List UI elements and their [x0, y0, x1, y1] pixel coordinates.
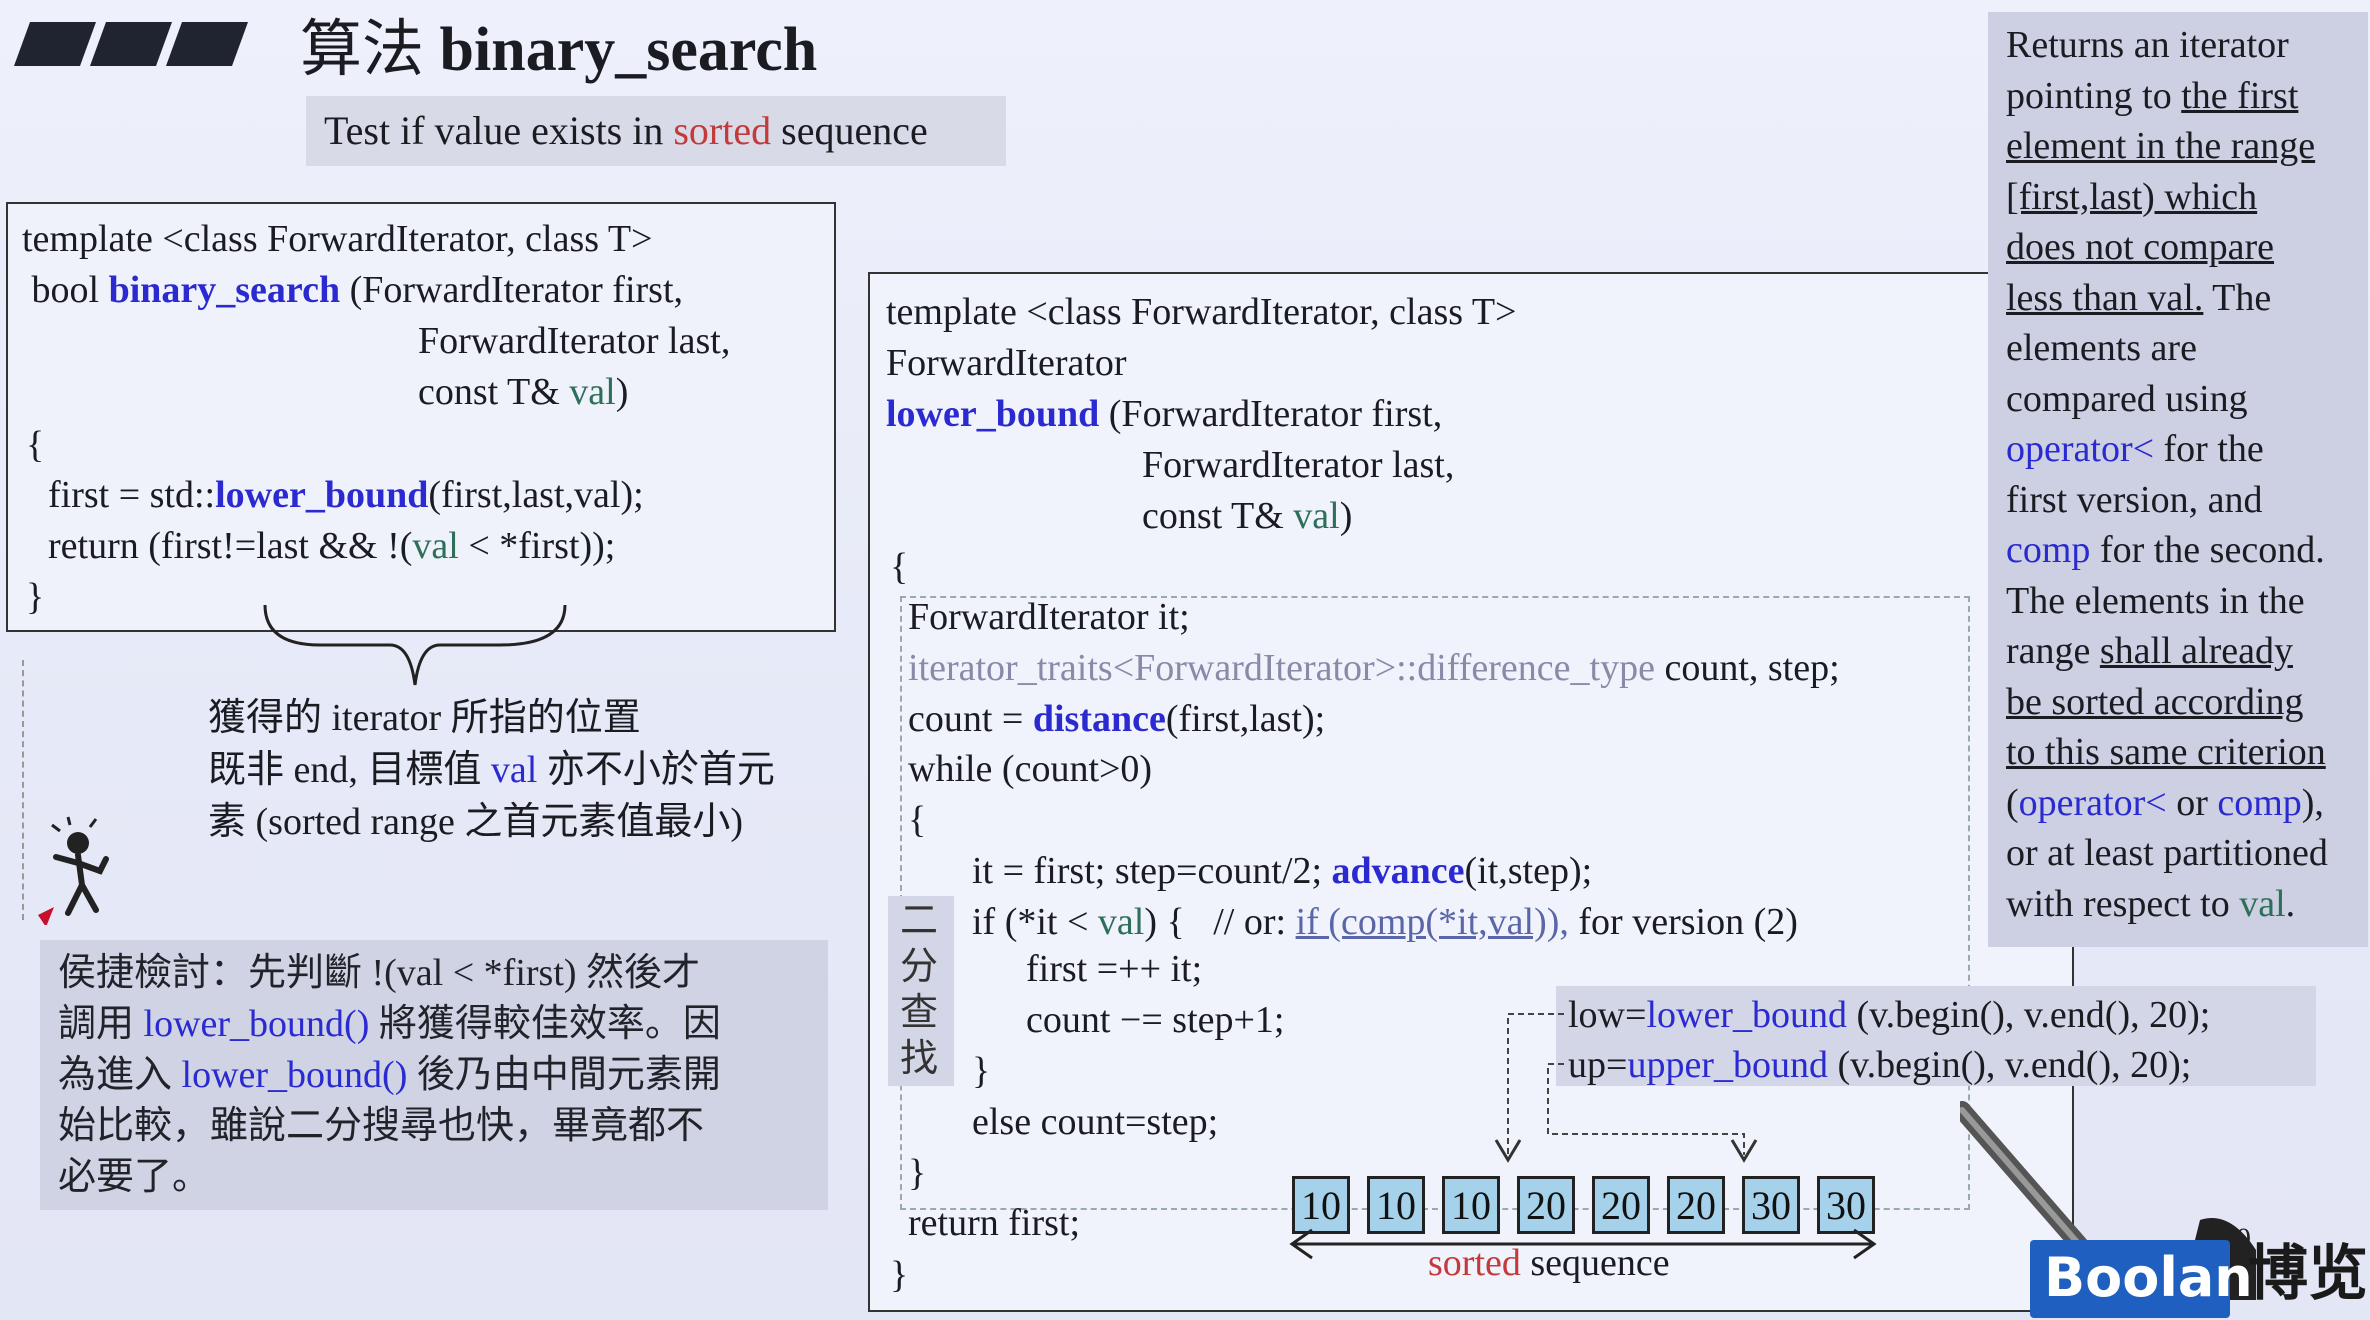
subtitle-text-end: sequence: [771, 108, 928, 153]
vertical-label-char: 查: [900, 992, 939, 1034]
note-line: 既非 end, 目標值 val 亦不小於首元: [208, 749, 775, 791]
advance-fn: advance: [1331, 850, 1465, 892]
code-line: bool binary_search (ForwardIterator firs…: [22, 269, 684, 311]
doc-line: (operator< or comp),: [2006, 781, 2324, 824]
doc-line: be sorted according: [2006, 680, 2304, 723]
doc-line: first version, and: [2006, 478, 2263, 521]
doc-line: does not compare: [2006, 226, 2275, 268]
thinking-figure-icon: [38, 816, 109, 925]
explanation-note: 獲得的 iterator 所指的位置 既非 end, 目標值 val 亦不小於首…: [208, 692, 848, 848]
doc-line: comp for the second.: [2006, 529, 2325, 571]
review-line: 始比較，雖說二分搜尋也快，畢竟都不: [58, 1105, 705, 1147]
code-line: it = first; step=count/2; advance(it,ste…: [972, 850, 1593, 892]
review-line: 必要了。: [58, 1156, 211, 1198]
title-decoration: [89, 22, 173, 66]
code-line: template <class ForwardIterator, class T…: [22, 218, 653, 260]
lower-bound-fn: lower_bound: [215, 474, 429, 516]
code-line: }: [908, 1152, 927, 1194]
dashed-guide: [22, 660, 26, 920]
review-line: 調用 lower_bound() 將獲得較佳效率。因: [58, 1003, 721, 1045]
code-line: ForwardIterator last,: [418, 320, 731, 362]
code-line: else count=step;: [972, 1101, 1219, 1143]
boolan-logo-cn: 博览: [2248, 1239, 2368, 1309]
code-line: first =++ it;: [1026, 948, 1203, 990]
vertical-label-char: 找: [900, 1038, 939, 1080]
code-line: lower_bound (ForwardIterator first,: [886, 393, 1443, 435]
slide-title: 算法 binary_search: [300, 10, 817, 90]
binary-search-fn: binary_search: [108, 269, 341, 311]
doc-line: [first,last) which: [2006, 175, 2258, 218]
code-line: ForwardIterator: [886, 342, 1127, 384]
review-line: 為進入 lower_bound() 後乃由中間元素開: [58, 1054, 721, 1096]
code-line: const T& val): [1142, 495, 1353, 537]
doc-description: Returns an iterator pointing to the firs…: [2006, 20, 2366, 929]
code-line: first = std::lower_bound(first,last,val)…: [48, 474, 644, 516]
distance-fn: distance: [1032, 698, 1166, 740]
title-decoration: [13, 22, 97, 66]
code-line: return first;: [908, 1202, 1081, 1244]
title-cn: 算法: [300, 16, 425, 84]
subtitle: Test if value exists in sorted sequence: [324, 106, 928, 156]
doc-line: to this same criterion: [2006, 731, 2326, 773]
code-line: template <class ForwardIterator, class T…: [886, 291, 1517, 333]
note-line: 獲得的 iterator 所指的位置: [208, 697, 641, 739]
doc-line: less than val. The: [2006, 276, 2272, 319]
doc-line: compared using: [2006, 377, 2248, 420]
vertical-label-char: 分: [900, 946, 939, 988]
code-line: {: [908, 799, 927, 841]
code-line: count −= step+1;: [1026, 999, 1285, 1041]
title-en: binary_search: [439, 16, 818, 84]
sequence-label: sorted sequence: [1428, 1242, 1670, 1284]
code-line: {: [890, 546, 909, 588]
doc-line: with respect to val.: [2006, 882, 2296, 925]
code-line: while (count>0): [908, 748, 1153, 790]
code-line: iterator_traits<ForwardIterator>::differ…: [908, 647, 1840, 689]
review-line: 侯捷檢討：先判斷 !(val < *first) 然後才: [58, 952, 701, 994]
vertical-label-char: 二: [900, 900, 939, 942]
code-line: {: [26, 424, 45, 466]
code-line: }: [890, 1254, 909, 1296]
code-line: }: [972, 1050, 991, 1092]
note-line: 素 (sorted range 之首元素值最小): [208, 801, 744, 843]
doc-line: operator< for the: [2006, 428, 2264, 470]
subtitle-highlight: sorted: [673, 108, 772, 153]
doc-line: pointing to the first: [2006, 74, 2299, 117]
doc-line: Returns an iterator: [2006, 24, 2289, 66]
review-note: 侯捷檢討：先判斷 !(val < *first) 然後才 調用 lower_bo…: [58, 948, 818, 1203]
brace-annotation: [263, 604, 567, 686]
doc-line: or at least partitioned: [2006, 832, 2328, 874]
bound-arrows: [1494, 1013, 1758, 1163]
doc-line: elements are: [2006, 327, 2197, 369]
code-line: ForwardIterator it;: [908, 596, 1190, 638]
code-line: if (*it < val) { // or: if (comp(*it,val…: [972, 901, 1798, 943]
boolan-logo: Boolan: [2044, 1246, 2253, 1309]
lower-bound-fn: lower_bound: [886, 393, 1100, 435]
code-line: }: [26, 576, 45, 618]
code-line: const T& val): [418, 371, 629, 413]
title-decoration: [165, 22, 249, 66]
code-line: count = distance(first,last);: [908, 698, 1326, 740]
code-line: return (first!=last && !(val < *first));: [48, 525, 616, 567]
doc-line: The elements in the: [2006, 579, 2305, 622]
doc-line: range shall already: [2006, 630, 2293, 672]
doc-line: element in the range: [2006, 125, 2316, 167]
subtitle-text: Test if value exists in: [324, 108, 674, 153]
code-line: ForwardIterator last,: [1142, 444, 1455, 486]
